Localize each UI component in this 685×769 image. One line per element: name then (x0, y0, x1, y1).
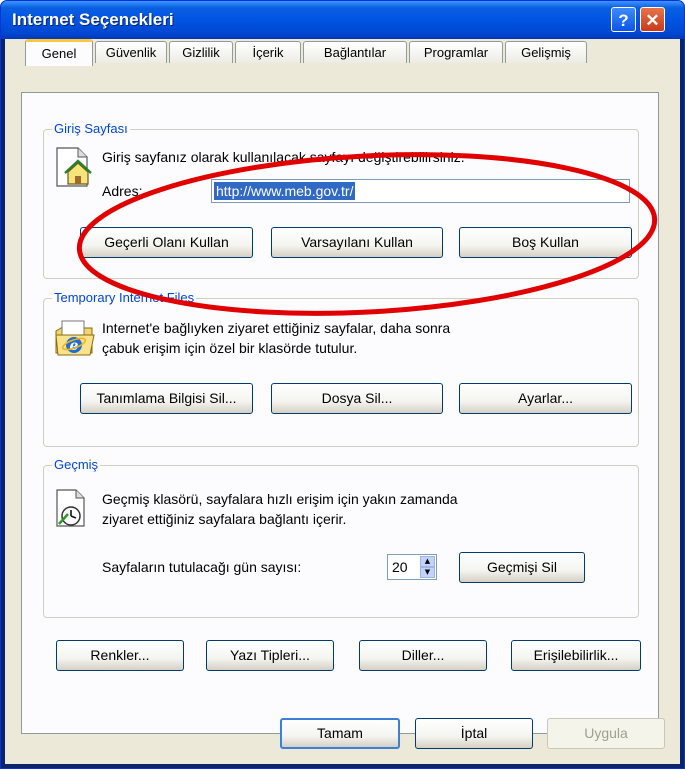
tab-security[interactable]: Güvenlik (95, 41, 167, 63)
accessibility-button[interactable]: Erişilebilirlik... (511, 640, 641, 671)
use-blank-button[interactable]: Boş Kullan (459, 227, 632, 258)
history-description-2: ziyaret ettiğiniz sayfalara bağlantı içe… (102, 511, 347, 527)
temp-files-description-1: Internet'e bağlıyken ziyaret ettiğiniz s… (102, 320, 451, 336)
use-default-button[interactable]: Varsayılanı Kullan (271, 227, 443, 258)
tab-advanced[interactable]: Gelişmiş (505, 41, 587, 63)
history-icon (56, 489, 85, 527)
settings-button[interactable]: Ayarlar... (459, 383, 632, 414)
delete-files-button[interactable]: Dosya Sil... (271, 383, 443, 414)
ok-button[interactable]: Tamam (280, 718, 400, 749)
spinner-down-icon[interactable]: ▼ (420, 567, 435, 578)
close-button[interactable]: ✕ (640, 7, 665, 32)
home-page-description: Giriş sayfanız olarak kullanılacak sayfa… (102, 149, 465, 165)
help-button[interactable]: ? (611, 7, 636, 32)
fonts-button[interactable]: Yazı Tipleri... (206, 640, 334, 671)
temp-files-folder-icon: e (55, 320, 95, 356)
general-tab-panel: Giriş Sayfası Giriş sayfanız olarak kull… (21, 92, 659, 734)
use-current-button[interactable]: Geçerli Olanı Kullan (80, 227, 253, 258)
dialog-client-area: Genel Güvenlik Gizlilik İçerik Bağlantıl… (5, 39, 680, 764)
temp-files-legend: Temporary Internet Files (52, 290, 197, 305)
home-page-icon (56, 147, 92, 187)
history-days-value: 20 (392, 559, 408, 575)
temp-files-group: Temporary Internet Files e Internet'e ba… (43, 290, 639, 447)
clear-history-button[interactable]: Geçmişi Sil (459, 552, 585, 583)
tab-content[interactable]: İçerik (235, 41, 301, 63)
temp-files-description-2: çabuk erişim için özel bir klasörde tutu… (102, 340, 358, 356)
tab-privacy[interactable]: Gizlilik (169, 41, 233, 63)
tab-programs[interactable]: Programlar (409, 41, 503, 63)
address-value: http://www.meb.gov.tr/ (214, 182, 356, 200)
history-legend: Geçmiş (52, 457, 101, 472)
address-label: Adres: (102, 183, 143, 199)
dialog-window: Internet Seçenekleri ? ✕ Genel Güvenlik … (0, 0, 685, 769)
home-page-group: Giriş Sayfası Giriş sayfanız olarak kull… (43, 121, 639, 279)
history-group: Geçmiş Geçmiş klasörü, sayfalara hızlı e… (43, 457, 639, 618)
window-title: Internet Seçenekleri (12, 10, 174, 29)
delete-cookies-button[interactable]: Tanımlama Bilgisi Sil... (80, 383, 253, 414)
spinner-up-icon[interactable]: ▲ (420, 556, 435, 567)
history-description-1: Geçmiş klasörü, sayfalara hızlı erişim i… (102, 491, 458, 507)
tab-general[interactable]: Genel (25, 39, 93, 66)
apply-button: Uygula (547, 718, 665, 749)
colors-button[interactable]: Renkler... (56, 640, 184, 671)
tab-connections[interactable]: Bağlantılar (303, 41, 407, 63)
title-bar[interactable]: Internet Seçenekleri ? ✕ (1, 1, 684, 39)
home-page-legend: Giriş Sayfası (52, 121, 130, 136)
history-days-spinner[interactable]: 20 ▲ ▼ (387, 554, 437, 580)
cancel-button[interactable]: İptal (415, 718, 533, 749)
address-input[interactable]: http://www.meb.gov.tr/ (211, 179, 630, 203)
languages-button[interactable]: Diller... (359, 640, 487, 671)
history-days-label: Sayfaların tutulacağı gün sayısı: (102, 559, 302, 575)
